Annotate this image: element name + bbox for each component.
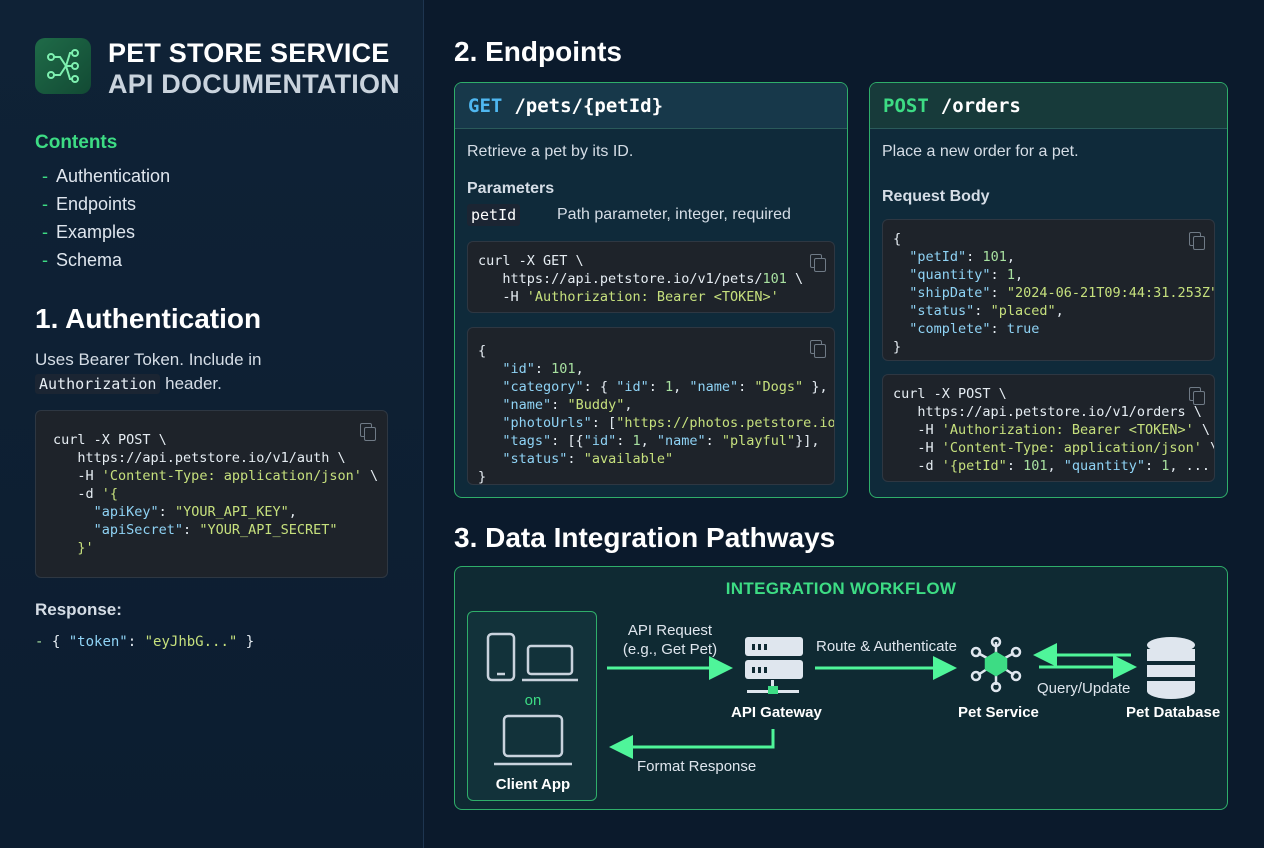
api-request-line2: (e.g., Get Pet) bbox=[622, 641, 718, 658]
copy-icon[interactable] bbox=[360, 423, 376, 441]
database-icon bbox=[1147, 637, 1195, 699]
api-request-line1: API Request bbox=[627, 622, 713, 639]
post-curl-code-block[interactable]: curl -X POST \ https://api.petstore.io/v… bbox=[882, 374, 1215, 482]
toc-item-label: Schema bbox=[56, 249, 123, 270]
post-body-code-block[interactable]: { "petId": 101, "quantity": 1, "shipDate… bbox=[882, 219, 1215, 361]
copy-icon[interactable] bbox=[810, 254, 826, 272]
copy-icon[interactable] bbox=[1189, 232, 1205, 250]
arrow-format-response bbox=[609, 729, 775, 759]
toc-item-label: Endpoints bbox=[56, 193, 137, 214]
integration-workflow-diagram: INTEGRATION WORKFLOW on Client App API R… bbox=[454, 566, 1228, 810]
get-endpoint-card: GET /pets/{petId} Retrieve a pet by its … bbox=[454, 82, 848, 498]
get-curl-code-block[interactable]: curl -X GET \ https://api.petstore.io/v1… bbox=[467, 241, 835, 313]
toc-item-label: Examples bbox=[56, 221, 136, 242]
post-endpoint-header: POST /orders bbox=[870, 83, 1227, 129]
service-hexagon-icon bbox=[970, 636, 1022, 693]
network-nodes-icon bbox=[35, 38, 91, 94]
format-response-label: Format Response bbox=[637, 758, 757, 775]
toc-item-authentication[interactable]: - Authentication bbox=[42, 162, 170, 190]
request-body-heading: Request Body bbox=[882, 188, 990, 205]
toc-item-schema[interactable]: - Schema bbox=[42, 246, 170, 274]
method-badge-post: POST bbox=[883, 94, 929, 117]
copy-icon[interactable] bbox=[1189, 387, 1205, 405]
post-endpoint-card: POST /orders Place a new order for a pet… bbox=[869, 82, 1228, 498]
pet-service-label: Pet Service bbox=[958, 704, 1039, 721]
endpoint-path: /pets/{petId} bbox=[514, 94, 664, 117]
endpoint-description: Retrieve a pet by its ID. bbox=[467, 143, 634, 160]
app-title-line1: PET STORE SERVICE bbox=[108, 38, 390, 68]
response-token: - { "token": "eyJhbG..." } bbox=[35, 634, 255, 650]
get-endpoint-header: GET /pets/{petId} bbox=[455, 83, 847, 129]
sidebar: PET STORE SERVICE API DOCUMENTATION Cont… bbox=[0, 0, 424, 848]
response-heading: Response: bbox=[35, 600, 122, 619]
param-name: petId bbox=[467, 204, 521, 226]
authentication-description: Uses Bearer Token. Include in Authorizat… bbox=[35, 348, 375, 396]
app-title-line2: API DOCUMENTATION bbox=[108, 69, 400, 99]
route-authenticate-label: Route & Authenticate bbox=[816, 638, 957, 655]
server-icon bbox=[745, 637, 803, 694]
pet-database-label: Pet Database bbox=[1126, 704, 1221, 721]
toc-item-endpoints[interactable]: - Endpoints bbox=[42, 190, 170, 218]
endpoint-path: /orders bbox=[940, 94, 1021, 117]
integration-heading: 3. Data Integration Pathways bbox=[454, 522, 836, 553]
toc-item-examples[interactable]: - Examples bbox=[42, 218, 170, 246]
endpoints-heading: 2. Endpoints bbox=[454, 36, 622, 67]
table-of-contents: - Authentication - Endpoints - Examples - Sc… bbox=[42, 162, 170, 274]
auth-desc-suffix: header. bbox=[165, 374, 222, 393]
parameters-heading: Parameters bbox=[467, 180, 555, 197]
authentication-heading: 1. Authentication bbox=[35, 303, 262, 334]
auth-desc-prefix: Uses Bearer Token. Include in bbox=[35, 350, 262, 369]
toc-item-label: Authentication bbox=[56, 165, 171, 186]
query-update-label: Query/Update bbox=[1037, 680, 1131, 697]
copy-icon[interactable] bbox=[810, 340, 826, 358]
contents-heading: Contents bbox=[35, 132, 118, 153]
app-title: PET STORE SERVICE API DOCUMENTATION bbox=[108, 38, 400, 100]
get-response-code-block[interactable]: { "id": 101, "category": { "id": 1, "nam… bbox=[467, 327, 835, 485]
api-request-label: API Request (e.g., Get Pet) bbox=[595, 621, 745, 659]
method-badge-get: GET bbox=[468, 94, 503, 117]
auth-code-block[interactable]: curl -X POST \ https://api.petstore.io/v… bbox=[35, 410, 388, 578]
auth-header-code: Authorization bbox=[35, 374, 161, 394]
param-description: Path parameter, integer, required bbox=[557, 206, 791, 223]
endpoint-description: Place a new order for a pet. bbox=[882, 143, 1079, 160]
api-gateway-label: API Gateway bbox=[731, 704, 822, 721]
